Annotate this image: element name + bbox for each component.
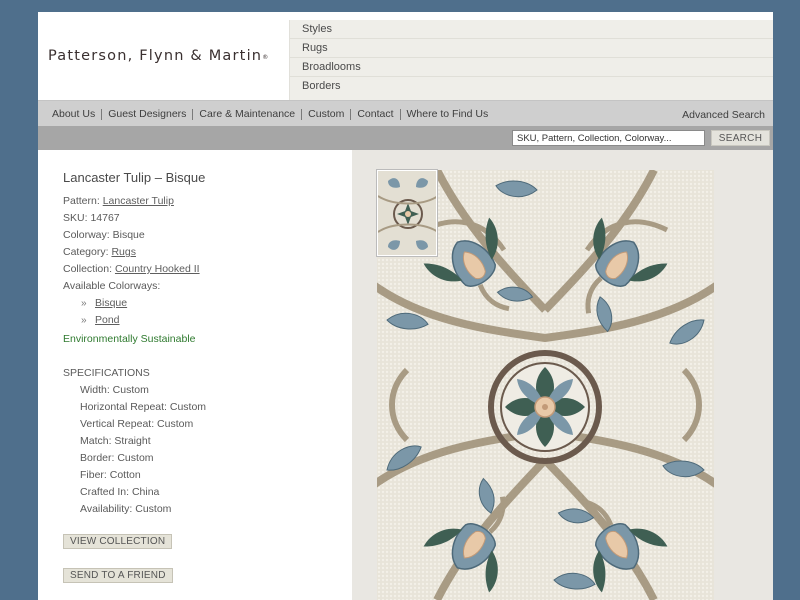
double-chevron-right-icon: » — [81, 315, 87, 326]
nav-about-us[interactable]: About Us — [48, 108, 103, 120]
category-link[interactable]: Rugs — [111, 246, 136, 258]
colorway-item: » Pond — [63, 312, 343, 329]
top-menu-rugs[interactable]: Rugs — [290, 39, 773, 58]
page: Patterson, Flynn & Martin® Styles Rugs B… — [38, 12, 773, 600]
advanced-search-link[interactable]: Advanced Search — [682, 109, 765, 121]
spec-availability: Availability: Custom — [80, 503, 172, 515]
spec-width: Width: Custom — [80, 384, 149, 396]
top-menu-borders[interactable]: Borders — [290, 77, 773, 96]
logo-registered-mark: ® — [262, 54, 270, 61]
collection-link[interactable]: Country Hooked II — [115, 263, 200, 275]
top-menu-broadlooms[interactable]: Broadlooms — [290, 58, 773, 77]
spec-match: Match: Straight — [80, 435, 151, 447]
search-button[interactable]: SEARCH — [711, 130, 770, 146]
colorway-link-pond[interactable]: Pond — [95, 314, 120, 326]
product-image-area — [352, 150, 773, 600]
nav-bar: About Us Guest Designers Care & Maintena… — [38, 100, 773, 126]
main-content: Lancaster Tulip – Bisque Pattern: Lancas… — [38, 150, 773, 600]
nav-links: About Us Guest Designers Care & Maintena… — [48, 101, 494, 127]
sku-row: SKU: 14767 — [63, 210, 343, 227]
colorway-value: Bisque — [112, 229, 145, 241]
category-row: Category: Rugs — [63, 244, 343, 261]
spec-horizontal-repeat: Horizontal Repeat: Custom — [80, 401, 207, 413]
sku-label: SKU: — [63, 212, 91, 224]
nav-care-maintenance[interactable]: Care & Maintenance — [193, 108, 303, 120]
colorway-link-bisque[interactable]: Bisque — [95, 297, 127, 309]
brand-logo[interactable]: Patterson, Flynn & Martin® — [48, 48, 269, 64]
pattern-link[interactable]: Lancaster Tulip — [103, 195, 174, 207]
search-input[interactable] — [512, 130, 705, 146]
spec-vertical-repeat: Vertical Repeat: Custom — [80, 418, 194, 430]
search-bar: SEARCH — [38, 126, 773, 150]
eco-badge: Environmentally Sustainable — [63, 333, 196, 345]
double-chevron-right-icon: » — [81, 298, 87, 309]
nav-contact[interactable]: Contact — [351, 108, 401, 120]
category-label: Category: — [63, 246, 112, 258]
top-menu: Styles Rugs Broadlooms Borders — [289, 20, 773, 100]
nav-guest-designers[interactable]: Guest Designers — [102, 108, 194, 120]
logo-text: Patterson, Flynn & Martin — [48, 48, 263, 64]
product-info: Lancaster Tulip – Bisque Pattern: Lancas… — [63, 170, 343, 583]
collection-row: Collection: Country Hooked II — [63, 261, 343, 278]
nav-custom[interactable]: Custom — [302, 108, 352, 120]
pattern-row: Pattern: Lancaster Tulip — [63, 193, 343, 210]
spec-fiber: Fiber: Cotton — [80, 469, 141, 481]
view-collection-button[interactable]: VIEW COLLECTION — [63, 534, 173, 549]
pattern-label: Pattern: — [63, 195, 103, 207]
colorway-item: » Bisque — [63, 295, 343, 312]
product-title: Lancaster Tulip – Bisque — [63, 170, 206, 185]
colorway-label: Colorway: — [63, 229, 113, 241]
nav-where-to-find-us[interactable]: Where to Find Us — [401, 108, 495, 120]
spec-crafted-in: Crafted In: China — [80, 486, 160, 498]
collection-label: Collection: — [63, 263, 115, 275]
specifications-title: SPECIFICATIONS — [63, 367, 150, 379]
top-menu-styles[interactable]: Styles — [290, 20, 773, 39]
available-colorways-label: Available Colorways: — [63, 280, 161, 292]
colorway-row: Colorway: Bisque — [63, 227, 343, 244]
rug-thumbnail[interactable] — [376, 169, 438, 257]
thumbnail-pattern-icon — [378, 171, 436, 255]
spec-border: Border: Custom — [80, 452, 154, 464]
sku-value: 14767 — [90, 212, 120, 224]
send-to-friend-button[interactable]: SEND TO A FRIEND — [63, 568, 173, 583]
header: Patterson, Flynn & Martin® Styles Rugs B… — [38, 12, 773, 100]
